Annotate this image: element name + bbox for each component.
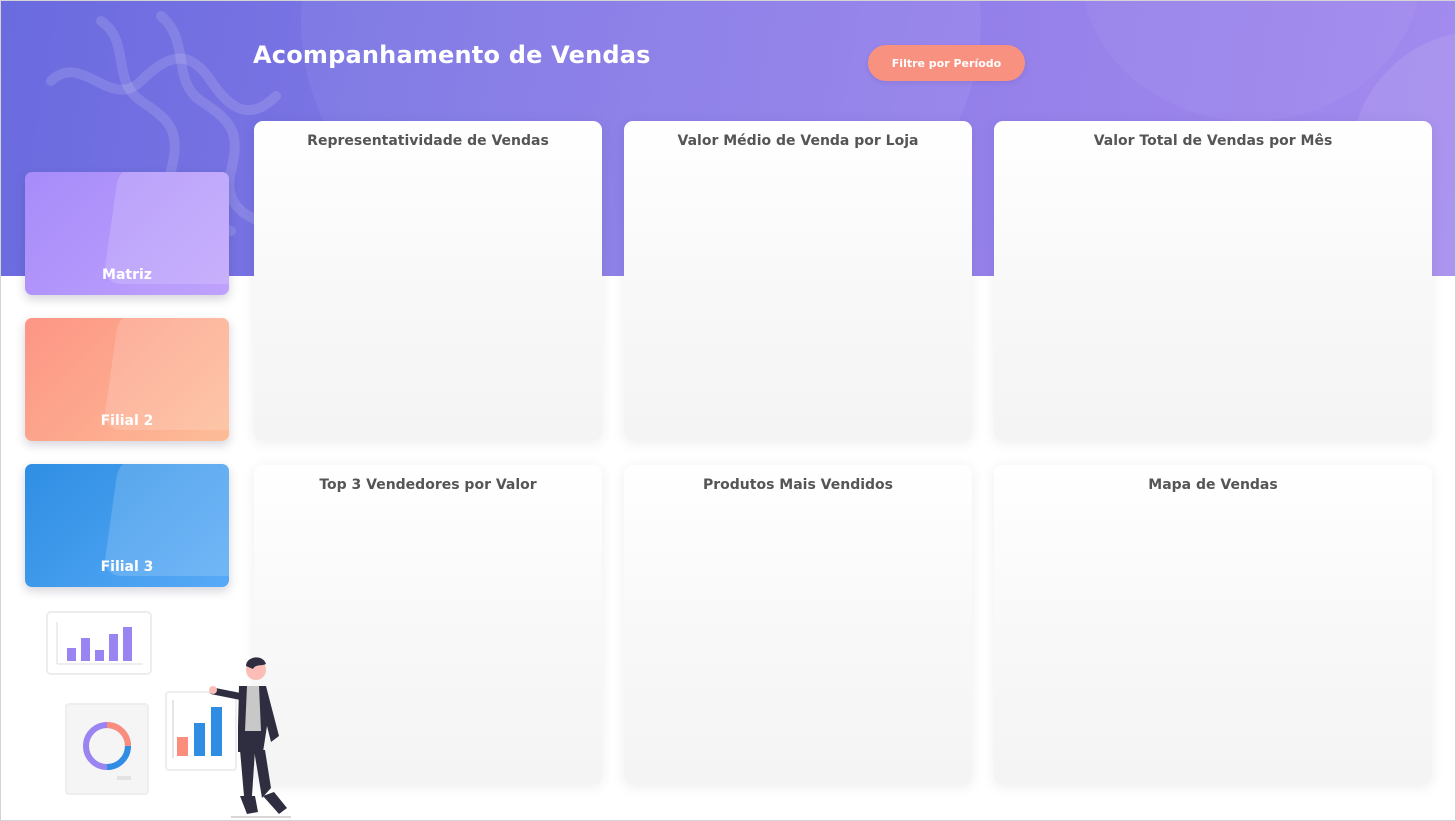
panel-title: Produtos Mais Vendidos: [703, 477, 893, 493]
presenter-illustration: [46, 611, 291, 818]
panel-average-sale-by-store: Valor Médio de Venda por Loja: [624, 121, 972, 441]
bar-chart-icon: [46, 611, 152, 675]
panel-title: Valor Médio de Venda por Loja: [677, 133, 919, 149]
panel-title: Representatividade de Vendas: [307, 133, 549, 149]
store-card-matriz[interactable]: Matriz: [25, 172, 229, 295]
panel-sales-share: Representatividade de Vendas: [254, 121, 602, 441]
dashboard-page: Acompanhamento de Vendas Filtre por Perí…: [0, 0, 1456, 821]
panel-title: Top 3 Vendedores por Valor: [319, 477, 537, 493]
presentation-board-icon: [165, 691, 237, 771]
panel-sales-map: Mapa de Vendas: [994, 465, 1432, 785]
store-card-label: Matriz: [102, 267, 152, 283]
panel-total-sales-by-month: Valor Total de Vendas por Mês: [994, 121, 1432, 441]
store-card-filial-2[interactable]: Filial 2: [25, 318, 229, 441]
store-card-label: Filial 3: [100, 559, 154, 575]
panel-top-3-sellers: Top 3 Vendedores por Valor: [254, 465, 602, 785]
page-title: Acompanhamento de Vendas: [253, 41, 651, 69]
panel-title: Mapa de Vendas: [1148, 477, 1278, 493]
period-filter-button[interactable]: Filtre por Período: [868, 45, 1025, 81]
panel-best-selling-products: Produtos Mais Vendidos: [624, 465, 972, 785]
store-card-filial-3[interactable]: Filial 3: [25, 464, 229, 587]
store-card-label: Filial 2: [100, 413, 154, 429]
panel-title: Valor Total de Vendas por Mês: [1093, 133, 1333, 149]
donut-chart-icon: [65, 703, 149, 795]
